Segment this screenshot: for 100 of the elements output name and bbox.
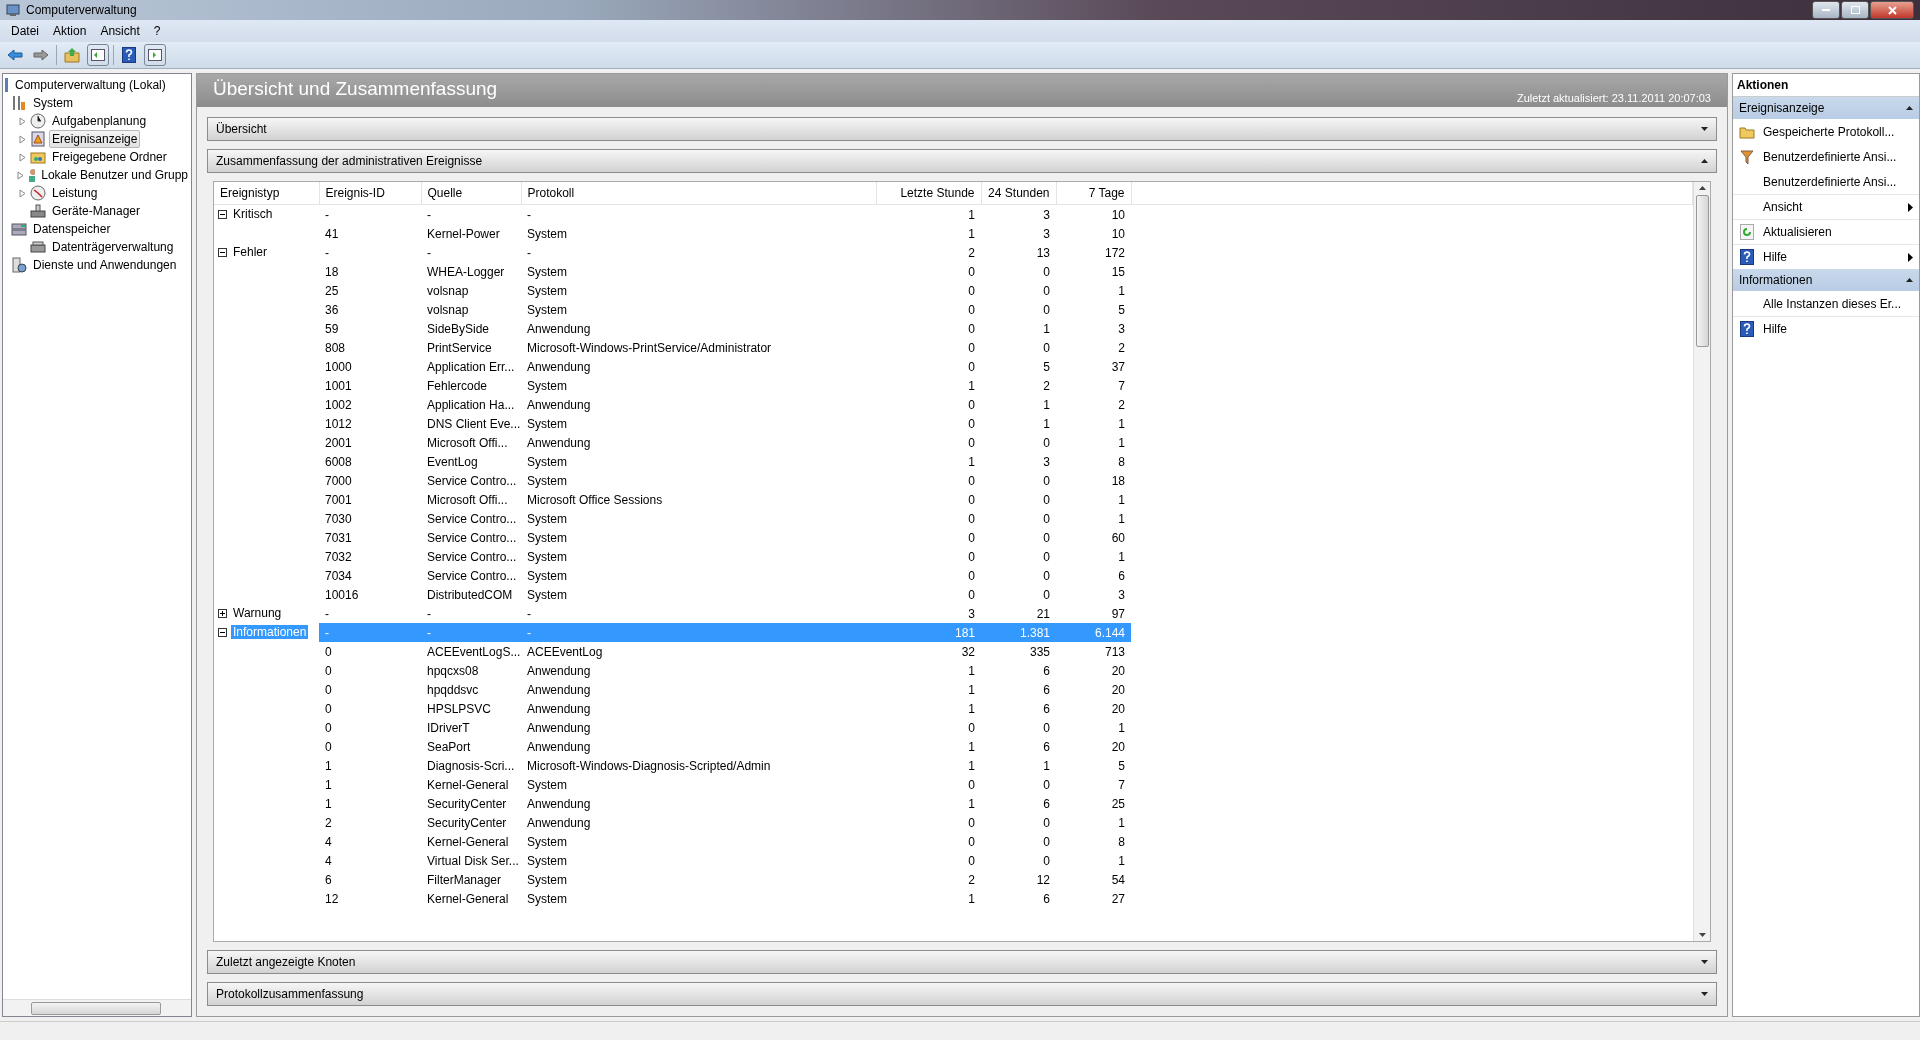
action-link[interactable]: Gespeicherte Protokoll... <box>1763 125 1913 139</box>
tree-item[interactable]: Geräte-Manager <box>49 202 144 220</box>
tree-item[interactable]: Datenträgerverwaltung <box>49 238 177 256</box>
table-cell-text: 7 <box>1117 377 1126 395</box>
table-cell-text: Diagnosis-Scri... <box>426 757 516 775</box>
menu-item[interactable]: ? <box>146 22 168 40</box>
tree-item[interactable]: Ereignisanzeige <box>49 130 141 148</box>
expand-triangle-icon[interactable] <box>18 188 26 198</box>
action-link[interactable]: Hilfe <box>1763 250 1900 264</box>
tree-item[interactable]: Leistung <box>49 184 101 202</box>
column-header[interactable]: 24 Stunden <box>981 182 1056 205</box>
scrollbar-thumb[interactable] <box>31 1001 161 1015</box>
action-link[interactable]: Ansicht <box>1763 200 1900 214</box>
collapse-chevron-icon[interactable] <box>1701 159 1708 163</box>
table-cell-text: 1 <box>1117 415 1126 433</box>
table-cell-text: 0 <box>324 681 333 699</box>
table-cell-text: 1 <box>1117 510 1126 528</box>
table-cell-text: 1 <box>1042 396 1051 414</box>
menu-item[interactable]: Datei <box>4 22 46 40</box>
expand-triangle-icon[interactable] <box>18 152 26 162</box>
tree-item[interactable]: Aufgabenplanung <box>49 112 150 130</box>
help-icon <box>1740 249 1754 265</box>
minimize-button[interactable] <box>1812 1 1840 19</box>
table-cell-text: 6 <box>1042 662 1051 680</box>
action-link[interactable]: Aktualisieren <box>1763 225 1913 239</box>
horizontal-scrollbar[interactable] <box>3 999 191 1016</box>
table-cell: 181 <box>876 623 981 642</box>
section-header[interactable]: Zuletzt angezeigte Knoten <box>207 950 1717 974</box>
action-link[interactable]: Benutzerdefinierte Ansi... <box>1763 175 1913 189</box>
collapse-icon[interactable] <box>218 627 227 637</box>
pane-left-icon <box>91 49 105 61</box>
table-cell-text: System <box>526 529 568 547</box>
maximize-button[interactable] <box>1841 1 1869 19</box>
vertical-scrollbar[interactable] <box>1693 182 1710 941</box>
tree-item[interactable]: Dienste und Anwendungen <box>30 256 180 274</box>
table-cell: ACEEventLog <box>521 642 876 661</box>
table-cell-text: System <box>526 852 568 870</box>
table-cell-text: 20 <box>1110 681 1126 699</box>
tree-item[interactable]: Computerverwaltung (Lokal) <box>12 76 169 94</box>
tree-item[interactable]: Freigegebene Ordner <box>49 148 170 166</box>
table-cell-text: 1 <box>967 377 976 395</box>
table-cell-text: 59 <box>324 320 340 338</box>
table-cell-text: 10016 <box>324 586 360 604</box>
column-header[interactable]: Protokoll <box>521 182 876 205</box>
expand-triangle-icon[interactable] <box>17 170 24 180</box>
expand-icon[interactable] <box>218 608 227 618</box>
table-cell-text: 0 <box>967 263 976 281</box>
table-cell-text: System <box>526 263 568 281</box>
table-cell-text: SecurityCenter <box>426 795 508 813</box>
expand-chevron-icon[interactable] <box>1701 960 1708 964</box>
section-header[interactable]: Protokollzusammenfassung <box>207 982 1717 1006</box>
close-button[interactable] <box>1870 1 1914 19</box>
table-cell-text: System <box>526 282 568 300</box>
column-header[interactable]: Ereignistyp <box>214 182 319 205</box>
table-cell-text: 27 <box>1110 890 1126 908</box>
collapse-chevron-icon[interactable] <box>1906 278 1913 282</box>
table-cell-text: volsnap <box>426 301 470 319</box>
show-hide-tree-button[interactable] <box>87 44 109 66</box>
table-cell-text: 13 <box>1035 244 1051 262</box>
tree-item[interactable]: Lokale Benutzer und Grupp <box>38 166 191 184</box>
section-header[interactable]: Zusammenfassung der administrativen Ereignisse <box>207 149 1717 173</box>
expand-triangle-icon[interactable] <box>18 134 26 144</box>
action-link[interactable]: Benutzerdefinierte Ansi... <box>1763 150 1913 164</box>
section-header[interactable]: Übersicht <box>207 117 1717 141</box>
menu-item[interactable]: Aktion <box>46 22 94 40</box>
action-link[interactable]: Hilfe <box>1763 322 1913 336</box>
action-section-header[interactable]: Ereignisanzeige <box>1733 97 1919 119</box>
column-header[interactable]: Letzte Stunde <box>876 182 981 205</box>
expand-chevron-icon[interactable] <box>1701 992 1708 996</box>
menu-item[interactable]: Ansicht <box>93 22 147 40</box>
tree-item[interactable]: System <box>30 94 76 112</box>
collapse-chevron-icon[interactable] <box>1906 106 1913 110</box>
action-link[interactable]: Alle Instanzen dieses Er... <box>1763 297 1913 311</box>
action-section-header[interactable]: Informationen <box>1733 269 1919 291</box>
table-cell-text: 0 <box>1042 472 1051 490</box>
table-cell-text: 6 <box>1042 700 1051 718</box>
table-cell-text: Service Contro... <box>426 548 518 566</box>
column-header[interactable]: 7 Tage <box>1056 182 1131 205</box>
tools-icon <box>11 95 27 111</box>
table-cell-text: 1 <box>1117 852 1126 870</box>
table-cell-text: Fehler <box>232 245 268 260</box>
table-cell-text: Anwendung <box>526 358 592 376</box>
table-cell-text: 36 <box>324 301 340 319</box>
table-cell-text: 1 <box>967 890 976 908</box>
table-cell: ACEEventLogS... <box>421 642 521 661</box>
column-header[interactable]: Quelle <box>421 182 521 205</box>
column-header[interactable]: Ereignis-ID <box>319 182 421 205</box>
table-cell-text: Microsoft Offi... <box>426 434 509 452</box>
table-cell-text: FilterManager <box>426 871 503 889</box>
expand-triangle-icon[interactable] <box>18 116 26 126</box>
table-cell-text: 20 <box>1110 662 1126 680</box>
table-cell-text: 1 <box>324 757 333 775</box>
tree-item[interactable]: Datenspeicher <box>30 220 114 238</box>
table-cell-text: Fehlercode <box>426 377 489 395</box>
show-hide-action-pane-button[interactable] <box>144 44 166 66</box>
collapse-icon[interactable] <box>218 247 227 257</box>
scrollbar-thumb[interactable] <box>1695 195 1709 347</box>
collapse-icon[interactable] <box>218 209 227 219</box>
table-cell-text: System <box>526 377 568 395</box>
expand-chevron-icon[interactable] <box>1701 127 1708 131</box>
